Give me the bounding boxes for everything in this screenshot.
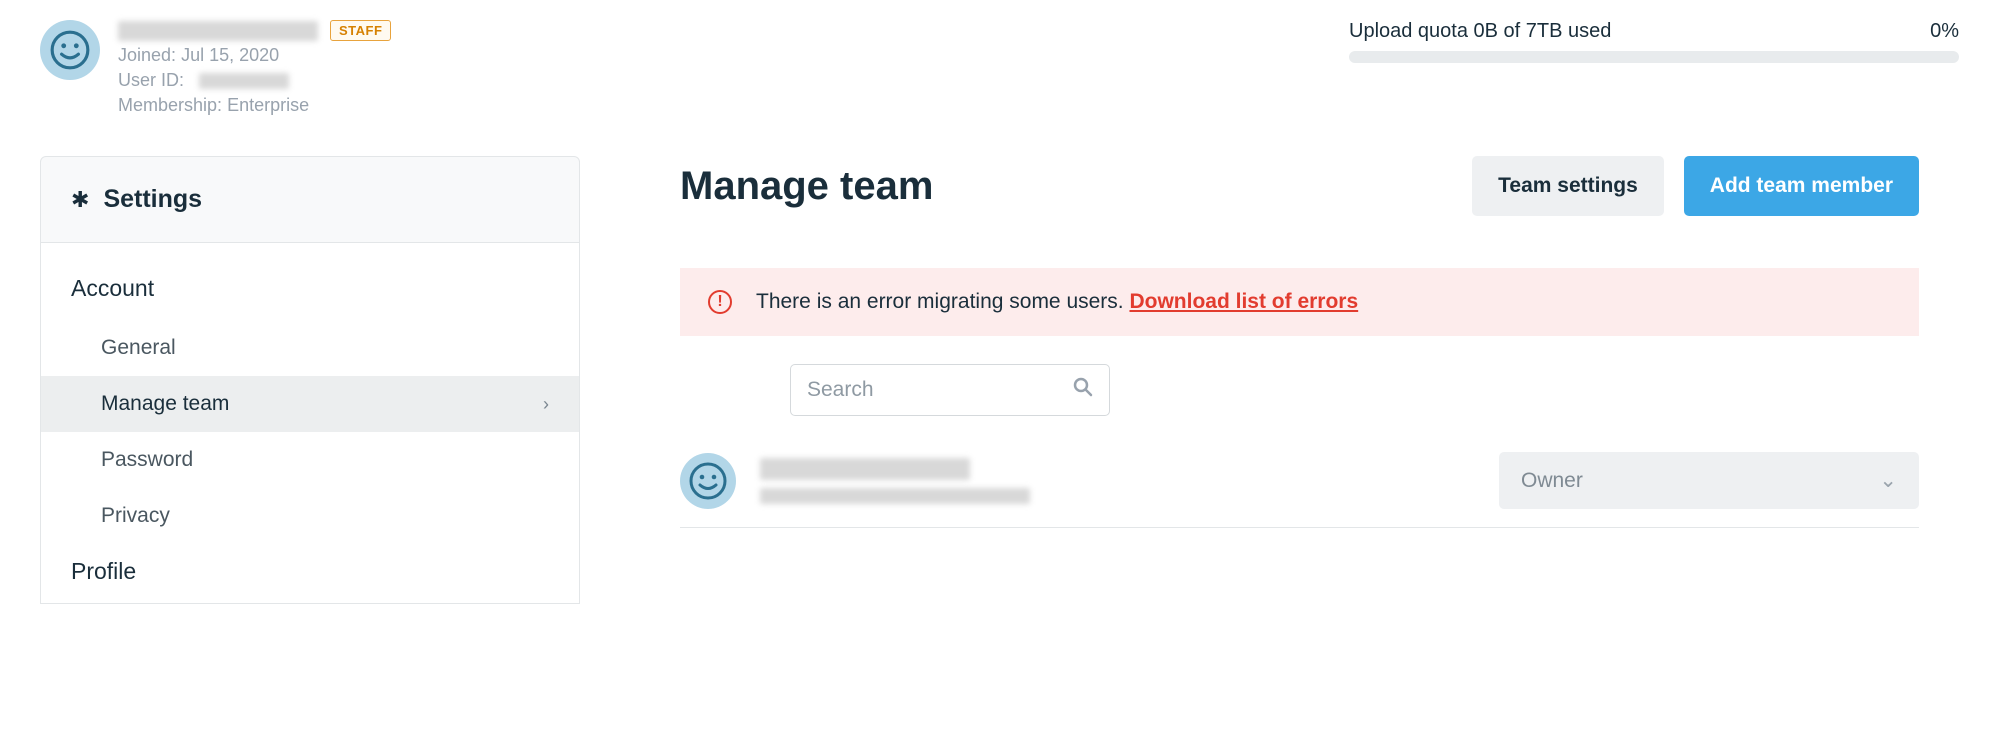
nav-manage-team-label: Manage team — [101, 392, 229, 416]
search-box[interactable] — [790, 364, 1110, 416]
user-block: STAFF Joined: Jul 15, 2020 User ID: Memb… — [40, 20, 391, 116]
team-settings-button[interactable]: Team settings — [1472, 156, 1664, 216]
joined-label: Joined: — [118, 45, 176, 65]
membership-line: Membership: Enterprise — [118, 95, 391, 116]
sidebar-title: Settings — [103, 185, 202, 214]
member-email-redacted — [760, 488, 1030, 504]
membership-value: Enterprise — [227, 95, 309, 115]
download-errors-link[interactable]: Download list of errors — [1129, 290, 1358, 313]
joined-line: Joined: Jul 15, 2020 — [118, 45, 391, 66]
page-title: Manage team — [680, 164, 933, 209]
nav-privacy-label: Privacy — [101, 504, 170, 528]
member-name-redacted — [760, 458, 970, 480]
quota-label: Upload quota 0B of 7TB used — [1349, 20, 1611, 43]
userid-line: User ID: — [118, 70, 391, 91]
userid-redacted — [199, 73, 289, 89]
membership-label: Membership: — [118, 95, 222, 115]
nav-password[interactable]: Password — [41, 432, 579, 488]
alert-message: There is an error migrating some users. — [756, 290, 1129, 313]
error-alert: ! There is an error migrating some users… — [680, 268, 1919, 336]
quota-percent: 0% — [1930, 20, 1959, 43]
sidebar-section-account[interactable]: Account — [41, 261, 579, 320]
quota-progress-bar — [1349, 51, 1959, 63]
team-member-row: Owner ⌄ — [680, 444, 1919, 528]
role-select[interactable]: Owner ⌄ — [1499, 452, 1919, 509]
nav-general[interactable]: General — [41, 320, 579, 376]
nav-general-label: General — [101, 336, 176, 360]
upload-quota: Upload quota 0B of 7TB used 0% — [1349, 20, 1959, 63]
user-name-redacted — [118, 21, 318, 41]
settings-sidebar: ✱ Settings Account General Manage team ›… — [40, 156, 580, 604]
search-icon — [1073, 377, 1093, 403]
userid-label: User ID: — [118, 70, 184, 90]
nav-password-label: Password — [101, 448, 193, 472]
smiley-icon — [49, 29, 91, 71]
gear-icon: ✱ — [71, 187, 89, 213]
chevron-right-icon: › — [543, 394, 549, 415]
member-avatar — [680, 453, 736, 509]
chevron-down-icon: ⌄ — [1879, 468, 1897, 493]
main-content: Manage team Team settings Add team membe… — [680, 156, 1959, 528]
alert-text: There is an error migrating some users. … — [756, 290, 1358, 314]
sidebar-section-profile[interactable]: Profile — [41, 544, 579, 603]
avatar — [40, 20, 100, 80]
role-value: Owner — [1521, 469, 1583, 493]
alert-icon: ! — [708, 290, 732, 314]
search-input[interactable] — [807, 378, 1073, 402]
joined-value: Jul 15, 2020 — [181, 45, 279, 65]
add-team-member-button[interactable]: Add team member — [1684, 156, 1919, 216]
sidebar-header: ✱ Settings — [41, 157, 579, 243]
staff-badge: STAFF — [330, 20, 391, 41]
nav-manage-team[interactable]: Manage team › — [41, 376, 579, 432]
page-header: STAFF Joined: Jul 15, 2020 User ID: Memb… — [40, 20, 1959, 116]
nav-privacy[interactable]: Privacy — [41, 488, 579, 544]
smiley-icon — [688, 461, 728, 501]
